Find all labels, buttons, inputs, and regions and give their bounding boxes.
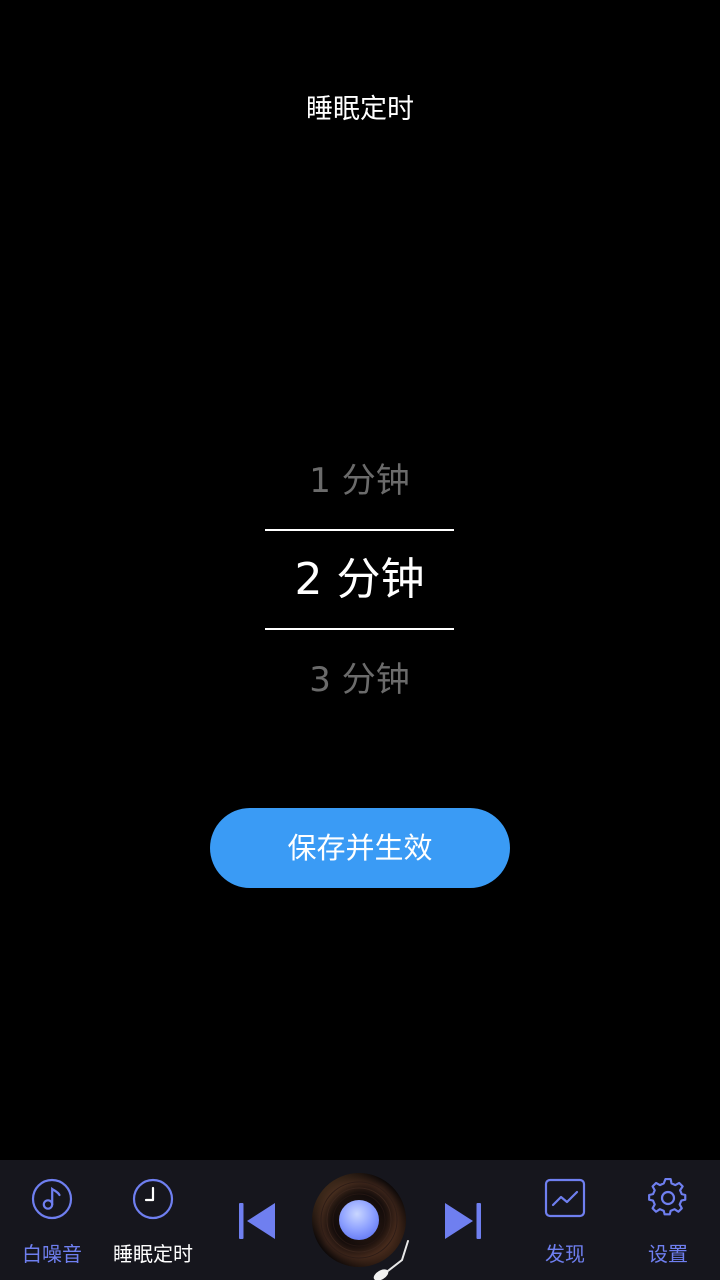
tab-white-noise[interactable]: 白噪音 [0, 1160, 104, 1280]
skip-next-icon [445, 1203, 481, 1239]
picker-option-next[interactable]: 3 分钟 [265, 655, 454, 705]
tab-white-noise-label: 白噪音 [22, 1242, 82, 1266]
trend-chart-icon [544, 1178, 586, 1218]
tab-discover[interactable]: 发现 [513, 1160, 617, 1280]
picker-divider-bottom [265, 628, 454, 630]
tonearm-icon [373, 1240, 409, 1280]
skip-previous-icon [239, 1203, 275, 1239]
next-track-button[interactable] [440, 1200, 484, 1242]
bottom-navigation-bar: 白噪音 睡眠定时 发现 设置 [0, 1160, 720, 1280]
music-note-icon [31, 1178, 73, 1220]
clock-icon [132, 1178, 174, 1220]
previous-track-button[interactable] [236, 1200, 280, 1242]
save-and-apply-button[interactable]: 保存并生效 [210, 808, 510, 888]
sleep-timer-screen: 睡眠定时 1 分钟 2 分钟 3 分钟 保存并生效 白噪音 睡眠定时 发现 设置 [0, 0, 720, 1280]
picker-divider-top [265, 529, 454, 531]
tab-settings[interactable]: 设置 [616, 1160, 720, 1280]
minute-picker[interactable]: 1 分钟 2 分钟 3 分钟 [265, 430, 454, 730]
tab-discover-label: 发现 [545, 1242, 585, 1266]
gear-icon [648, 1178, 687, 1216]
picker-option-previous[interactable]: 1 分钟 [265, 456, 454, 506]
tab-settings-label: 设置 [648, 1242, 688, 1266]
picker-option-selected[interactable]: 2 分钟 [265, 552, 454, 608]
tab-sleep-timer-label: 睡眠定时 [113, 1242, 193, 1266]
page-title: 睡眠定时 [306, 94, 414, 125]
tab-sleep-timer[interactable]: 睡眠定时 [101, 1160, 205, 1280]
